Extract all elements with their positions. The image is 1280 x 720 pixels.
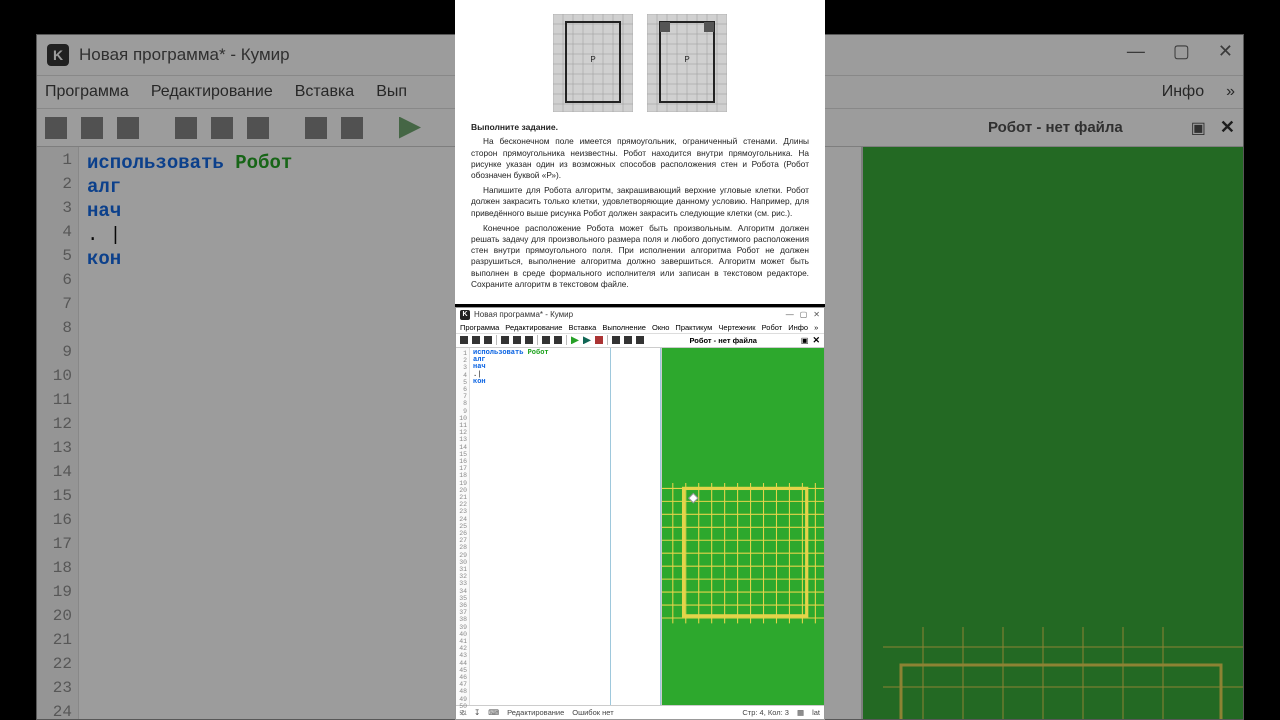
foreground-column: Р Р Выполните задани xyxy=(455,0,825,720)
maximize-icon[interactable]: ▢ xyxy=(800,310,808,319)
task-para-3: Конечное расположение Робота может быть … xyxy=(471,223,809,290)
status-icon: ⌨ xyxy=(488,708,499,717)
toolbar-separator xyxy=(537,335,538,345)
status-input-lang: lat xyxy=(812,708,820,717)
status-lang-icon: ▦ xyxy=(797,708,804,717)
fg-menubar: Программа Редактирование Вставка Выполне… xyxy=(456,322,824,334)
fg-titlebar: K Новая программа* - Кумир — ▢ ✕ xyxy=(456,308,824,322)
popout-icon[interactable]: ▣ xyxy=(801,336,809,345)
save-file-icon[interactable] xyxy=(484,336,492,344)
menu-program[interactable]: Программа xyxy=(460,323,499,332)
status-errors: Ошибок нет xyxy=(572,708,613,717)
task-para-1: На бесконечном поле имеется прямоугольни… xyxy=(471,136,809,181)
fg-editor-pane: 1234567891011121314151617181920212223242… xyxy=(456,348,662,705)
toolbar-separator xyxy=(496,335,497,345)
letterbox-left xyxy=(0,0,36,720)
task-para-2: Напишите для Робота алгоритм, закрашиваю… xyxy=(471,185,809,219)
close-icon[interactable]: ✕ xyxy=(813,310,820,319)
diagram-before: Р xyxy=(553,14,633,112)
minimize-icon[interactable]: — xyxy=(786,310,794,319)
robot-wall-rect xyxy=(684,488,807,615)
task-title: Выполните задание. xyxy=(471,122,809,133)
fg-code-area[interactable]: использовать Роботалгнач.|кон xyxy=(470,348,611,705)
status-icon: ↧ xyxy=(474,708,480,717)
fg-robot-pane-title: Робот - нет файла xyxy=(689,336,796,345)
fg-kumir-window: K Новая программа* - Кумир — ▢ ✕ Програм… xyxy=(455,307,825,720)
task-document: Р Р Выполните задани xyxy=(455,0,825,304)
new-file-icon[interactable] xyxy=(460,336,468,344)
close-pane-icon[interactable]: ✕ xyxy=(812,335,820,346)
robot-label: Р xyxy=(590,55,595,64)
robot-field-svg xyxy=(662,348,824,705)
menu-edit[interactable]: Редактирование xyxy=(505,323,562,332)
menu-practicum[interactable]: Практикум xyxy=(675,323,712,332)
menu-robot[interactable]: Робот xyxy=(762,323,783,332)
svg-text:Р: Р xyxy=(684,55,689,64)
run-icon[interactable] xyxy=(571,336,579,344)
fg-robot-field[interactable] xyxy=(662,348,824,705)
fg-code-margin xyxy=(611,348,661,705)
menu-info[interactable]: Инфо xyxy=(788,323,808,332)
run-step-icon[interactable] xyxy=(583,336,591,344)
paste-icon[interactable] xyxy=(525,336,533,344)
status-mode: Редактирование xyxy=(507,708,564,717)
tool-icon[interactable] xyxy=(612,336,620,344)
undo-icon[interactable] xyxy=(542,336,550,344)
tool-icon[interactable] xyxy=(624,336,632,344)
menu-insert[interactable]: Вставка xyxy=(568,323,596,332)
toolbar-separator xyxy=(566,335,567,345)
copy-icon[interactable] xyxy=(513,336,521,344)
fg-window-title: Новая программа* - Кумир xyxy=(474,310,573,319)
fg-statusbar: ⎀ ↧ ⌨ Редактирование Ошибок нет Стр: 4, … xyxy=(456,705,824,719)
tool-icon[interactable] xyxy=(636,336,644,344)
app-icon: K xyxy=(460,310,470,320)
menu-window[interactable]: Окно xyxy=(652,323,669,332)
fg-line-gutter: 1234567891011121314151617181920212223242… xyxy=(456,348,470,705)
open-file-icon[interactable] xyxy=(472,336,480,344)
redo-icon[interactable] xyxy=(554,336,562,344)
menu-run[interactable]: Выполнение xyxy=(602,323,646,332)
fg-toolbar: Робот - нет файла ▣ ✕ xyxy=(456,334,824,348)
cut-icon[interactable] xyxy=(501,336,509,344)
toolbar-separator xyxy=(607,335,608,345)
menu-more[interactable]: » xyxy=(814,323,818,332)
letterbox-right xyxy=(1244,0,1280,720)
menu-drawman[interactable]: Чертежник xyxy=(718,323,755,332)
status-cursor-pos: Стр: 4, Кол: 3 xyxy=(742,708,789,717)
stop-icon[interactable] xyxy=(595,336,603,344)
diagram-after: Р xyxy=(647,14,727,112)
